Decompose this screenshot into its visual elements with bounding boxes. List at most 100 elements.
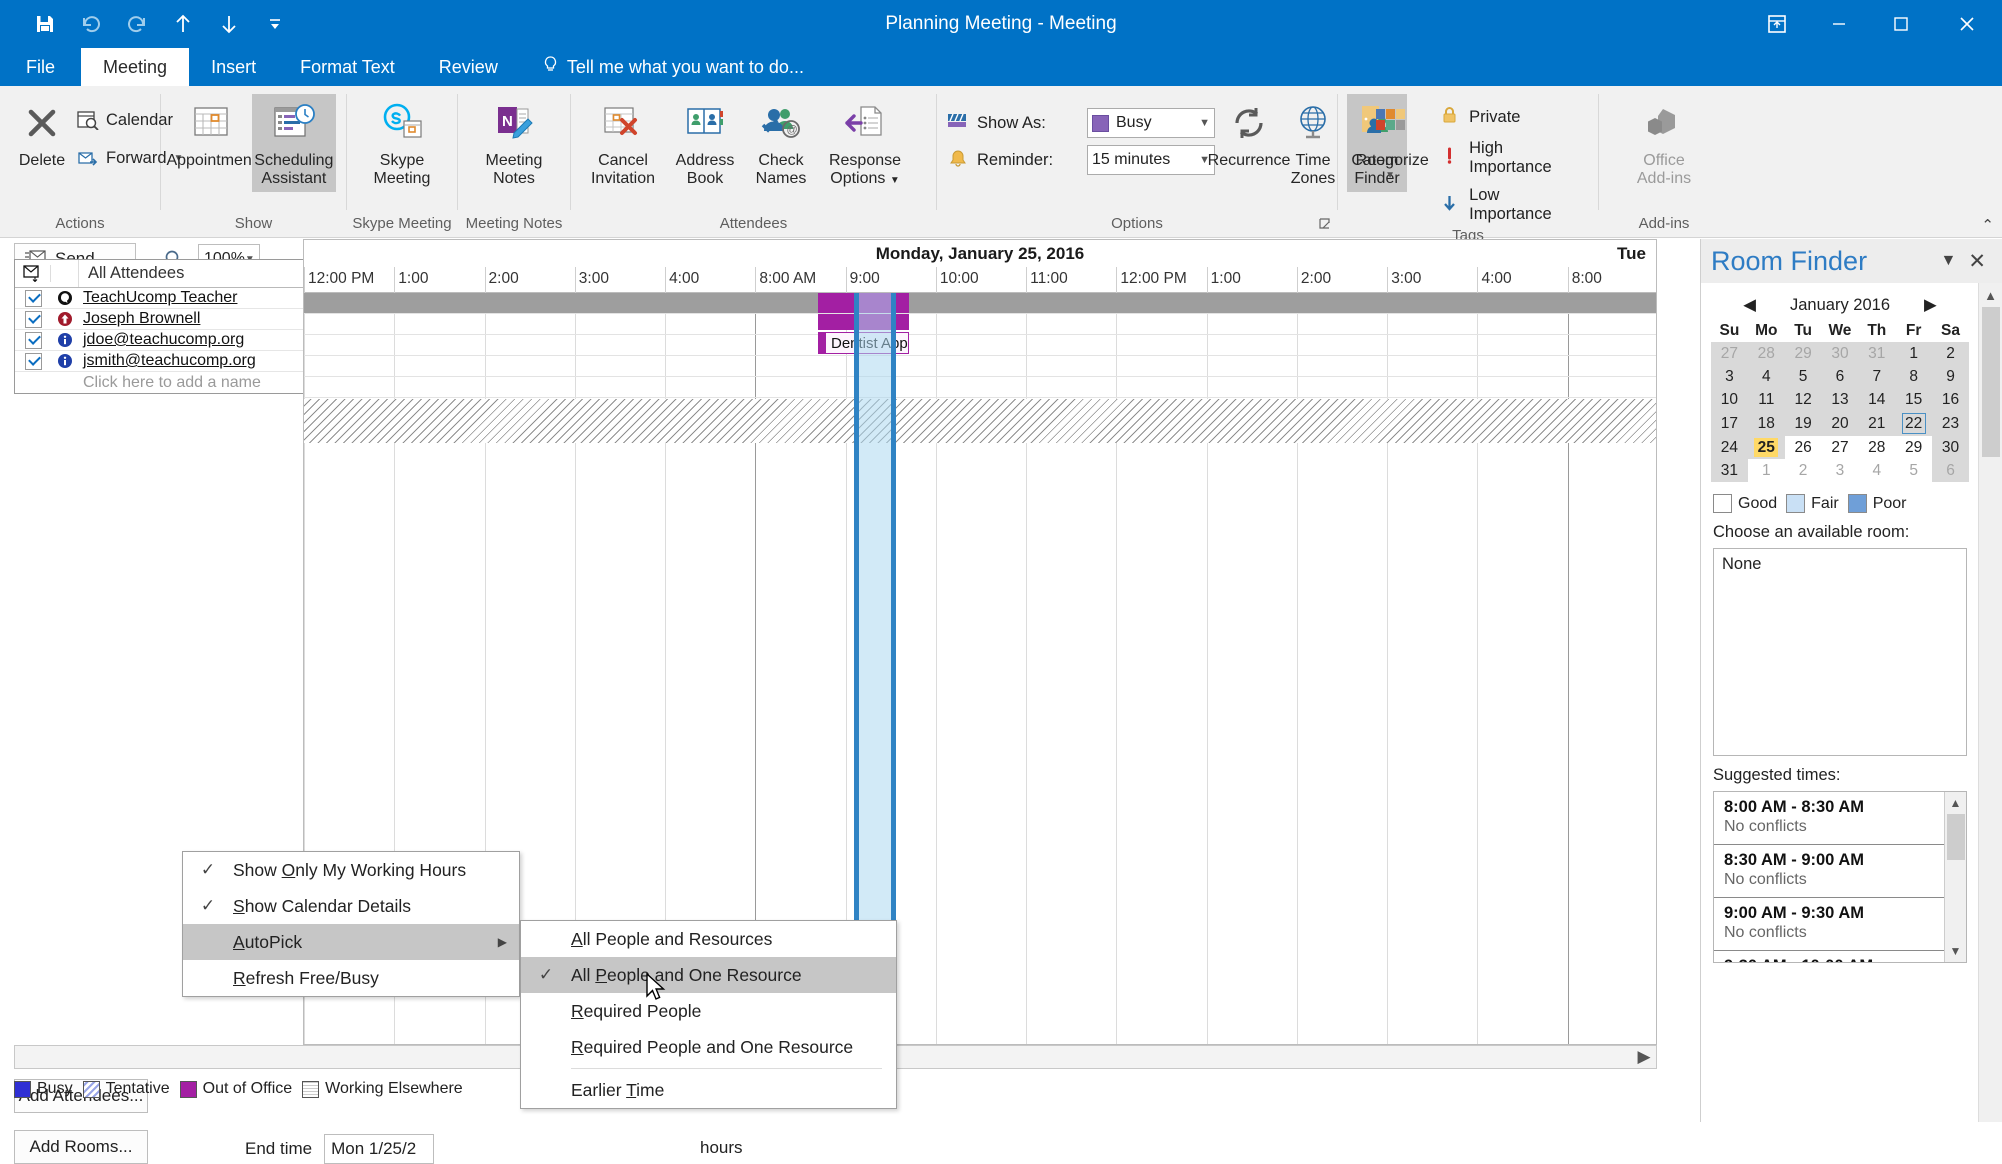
- calendar-day-cell[interactable]: 30: [1932, 436, 1969, 459]
- submenu-item-all-people-and-resources[interactable]: All People and Resources: [521, 921, 896, 957]
- calendar-day-cell[interactable]: 1: [1895, 342, 1933, 365]
- attendee-checkbox[interactable]: [15, 310, 51, 328]
- calendar-day-cell[interactable]: 17: [1711, 411, 1748, 436]
- undo-icon[interactable]: [68, 4, 114, 44]
- calendar-day-cell[interactable]: 30: [1821, 342, 1859, 365]
- menu-item-show-only-my-working-hours[interactable]: ✓ Show Only My Working Hours: [183, 852, 519, 888]
- check-names-button[interactable]: @ Check Names: [745, 94, 817, 192]
- calendar-day-cell[interactable]: 4: [1747, 365, 1785, 388]
- scroll-right-icon[interactable]: ▶: [1632, 1046, 1656, 1068]
- room-finder-scrollbar[interactable]: ▲: [1978, 283, 2002, 1122]
- calendar-day-cell[interactable]: 27: [1711, 342, 1748, 365]
- chevron-down-icon[interactable]: ▼: [1935, 252, 1963, 270]
- selected-time-band[interactable]: [854, 293, 896, 949]
- close-icon[interactable]: [1932, 0, 2002, 48]
- suggested-time-item[interactable]: 8:00 AM - 8:30 AM No conflicts: [1714, 792, 1966, 845]
- context-menu[interactable]: ✓ Show Only My Working Hours ✓ Show Cale…: [182, 851, 520, 997]
- calendar-day-cell[interactable]: 31: [1858, 342, 1896, 365]
- list-item[interactable]: None: [1722, 555, 1958, 574]
- attendee-name[interactable]: TeachUcomp Teacher: [79, 289, 237, 307]
- calendar-day-cell[interactable]: 20: [1821, 411, 1859, 436]
- delete-button[interactable]: Delete: [12, 94, 72, 174]
- tab-review[interactable]: Review: [417, 48, 520, 86]
- response-options-button[interactable]: Response Options ▼: [819, 94, 911, 192]
- calendar-day-cell[interactable]: 21: [1858, 411, 1896, 436]
- collapse-ribbon-icon[interactable]: ⌃: [1981, 216, 1994, 234]
- options-dialog-launcher-icon[interactable]: [1319, 218, 1333, 235]
- calendar-day-cell[interactable]: 26: [1784, 436, 1822, 459]
- maximize-icon[interactable]: [1870, 0, 1932, 48]
- meeting-notes-button[interactable]: N Meeting Notes: [469, 94, 559, 192]
- calendar-day-cell[interactable]: 22: [1895, 411, 1933, 436]
- calendar-day-cell[interactable]: 9: [1932, 365, 1969, 388]
- tab-insert[interactable]: Insert: [189, 48, 278, 86]
- calendar-day-cell[interactable]: 8: [1895, 365, 1933, 388]
- attendee-name[interactable]: Joseph Brownell: [79, 310, 200, 328]
- calendar-day-cell[interactable]: 5: [1784, 365, 1822, 388]
- end-time-date-field[interactable]: Mon 1/25/2: [324, 1134, 435, 1164]
- attendee-name[interactable]: jsmith@teachucomp.org: [79, 352, 256, 370]
- scroll-up-icon[interactable]: ▲: [1945, 792, 1966, 814]
- calendar-day-cell[interactable]: 1: [1747, 459, 1785, 482]
- table-row[interactable]: jsmith@teachucomp.org: [15, 351, 303, 372]
- next-item-icon[interactable]: [206, 4, 252, 44]
- calendar-day-cell[interactable]: 29: [1784, 342, 1822, 365]
- categorize-button[interactable]: Categorize ▼: [1348, 94, 1432, 185]
- available-rooms-list[interactable]: None: [1713, 548, 1967, 756]
- suggested-time-item[interactable]: 8:30 AM - 9:00 AM No conflicts: [1714, 845, 1966, 898]
- tab-format-text[interactable]: Format Text: [278, 48, 417, 86]
- scheduling-assistant-button[interactable]: Scheduling Assistant: [251, 94, 336, 192]
- tab-file[interactable]: File: [0, 48, 81, 86]
- attendee-name[interactable]: jdoe@teachucomp.org: [79, 331, 244, 349]
- ribbon-display-options-icon[interactable]: [1746, 0, 1808, 48]
- show-as-combobox[interactable]: Busy ▼: [1087, 108, 1215, 138]
- prev-month-icon[interactable]: ◀: [1743, 295, 1756, 315]
- menu-item-autopick[interactable]: AutoPick ▶: [183, 924, 519, 960]
- chevron-down-icon[interactable]: ▼: [890, 175, 900, 186]
- menu-item-refresh-free-busy[interactable]: Refresh Free/Busy: [183, 960, 519, 996]
- next-month-icon[interactable]: ▶: [1924, 295, 1937, 315]
- calendar-day-cell[interactable]: 3: [1821, 459, 1859, 482]
- calendar-day-cell[interactable]: 18: [1747, 411, 1785, 436]
- calendar-day-cell[interactable]: 31: [1711, 459, 1748, 482]
- close-icon[interactable]: ✕: [1962, 249, 1992, 274]
- scrollbar-thumb[interactable]: [1982, 307, 2000, 457]
- customize-qat-icon[interactable]: [252, 4, 298, 44]
- calendar-day-cell[interactable]: 27: [1821, 436, 1859, 459]
- suggested-time-item[interactable]: 9:00 AM - 9:30 AM No conflicts: [1714, 898, 1966, 951]
- calendar-day-cell[interactable]: 13: [1821, 388, 1859, 411]
- calendar-day-cell[interactable]: 11: [1747, 388, 1785, 411]
- add-rooms-button[interactable]: Add Rooms...: [14, 1130, 148, 1164]
- calendar-day-cell[interactable]: 12: [1784, 388, 1822, 411]
- tab-meeting[interactable]: Meeting: [81, 48, 190, 86]
- calendar-day-cell[interactable]: 24: [1711, 436, 1748, 459]
- private-button[interactable]: Private: [1438, 102, 1588, 133]
- minimize-icon[interactable]: [1808, 0, 1870, 48]
- tell-me-box[interactable]: Tell me what you want to do...: [520, 48, 804, 86]
- office-addins-button[interactable]: Office Add-ins: [1618, 94, 1710, 192]
- add-attendee-row[interactable]: Click here to add a name: [15, 372, 303, 393]
- low-importance-button[interactable]: Low Importance: [1438, 183, 1588, 227]
- skype-meeting-button[interactable]: Skype Meeting: [359, 94, 445, 192]
- time-zones-button[interactable]: Time Zones: [1283, 94, 1343, 192]
- save-icon[interactable]: [22, 4, 68, 44]
- cancel-invitation-button[interactable]: Cancel Invitation: [581, 94, 665, 192]
- calendar-day-cell[interactable]: 6: [1821, 365, 1859, 388]
- submenu-item-earlier-time[interactable]: Earlier Time: [521, 1072, 896, 1108]
- calendar-day-cell[interactable]: 6: [1932, 459, 1969, 482]
- calendar-day-cell[interactable]: 23: [1932, 411, 1969, 436]
- previous-item-icon[interactable]: [160, 4, 206, 44]
- calendar-day-cell[interactable]: 28: [1858, 436, 1896, 459]
- table-row[interactable]: jdoe@teachucomp.org: [15, 330, 303, 351]
- autopick-submenu[interactable]: All People and Resources ✓ All People an…: [520, 920, 897, 1109]
- chevron-down-icon[interactable]: ▼: [1199, 117, 1210, 129]
- calendar-day-cell[interactable]: 16: [1932, 388, 1969, 411]
- submenu-item-all-people-and-one-resource[interactable]: ✓ All People and One Resource: [521, 957, 896, 993]
- redo-icon[interactable]: [114, 4, 160, 44]
- appointment-button[interactable]: Appointment: [166, 94, 256, 174]
- address-book-button[interactable]: Address Book: [667, 94, 743, 192]
- calendar-day-cell[interactable]: 2: [1932, 342, 1969, 365]
- calendar-day-cell[interactable]: 4: [1858, 459, 1896, 482]
- scrollbar-thumb[interactable]: [1947, 814, 1965, 860]
- scroll-up-icon[interactable]: ▲: [1979, 283, 2002, 307]
